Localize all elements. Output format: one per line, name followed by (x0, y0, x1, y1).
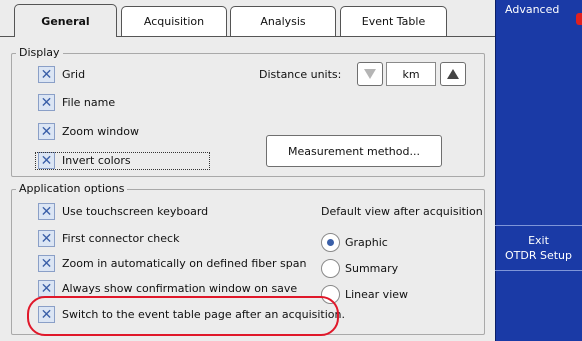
auto-zoom-checkbox[interactable]: ✕ (38, 255, 55, 272)
triangle-down-icon (364, 69, 376, 79)
summary-radio[interactable] (321, 259, 340, 278)
otdr-setup-label: OTDR Setup (504, 249, 572, 262)
focus-outline (35, 152, 210, 170)
distance-units-label: Distance units: (259, 68, 342, 81)
application-options-title: Application options (16, 182, 128, 195)
file-name-checkbox[interactable]: ✕ (38, 94, 55, 111)
tab-acquisition-label: Acquisition (143, 15, 205, 28)
exit-label: Exit (528, 234, 549, 247)
distance-units-value: km (386, 62, 436, 86)
zoom-window-label: Zoom window (62, 125, 139, 138)
grid-label: Grid (62, 68, 86, 81)
file-name-label: File name (62, 96, 116, 109)
tab-analysis[interactable]: Analysis (230, 6, 336, 36)
default-view-label: Default view after acquisition (321, 205, 483, 218)
check-mark-icon: ✕ (40, 94, 53, 111)
tab-general[interactable]: General (14, 4, 117, 37)
units-decrease-button[interactable] (357, 62, 383, 86)
confirmation-window-label: Always show confirmation window on save (62, 282, 298, 295)
tab-event-table[interactable]: Event Table (340, 6, 447, 36)
side-panel: Advanced Exit OTDR Setup (495, 0, 582, 341)
first-connector-check-label: First connector check (62, 232, 180, 245)
check-mark-icon: ✕ (40, 280, 53, 297)
check-mark-icon: ✕ (40, 230, 53, 247)
advanced-label: Advanced (505, 3, 560, 16)
touchscreen-keyboard-checkbox[interactable]: ✕ (38, 203, 55, 220)
zoom-window-checkbox[interactable]: ✕ (38, 123, 55, 140)
tab-acquisition[interactable]: Acquisition (121, 6, 227, 36)
check-mark-icon: ✕ (40, 66, 53, 83)
graphic-label: Graphic (345, 236, 388, 249)
graphic-radio[interactable] (321, 233, 340, 252)
triangle-up-icon (447, 69, 459, 79)
units-increase-button[interactable] (440, 62, 466, 86)
touchscreen-keyboard-label: Use touchscreen keyboard (62, 205, 209, 218)
side-panel-edge (495, 0, 496, 341)
auto-zoom-label: Zoom in automatically on defined fiber s… (62, 257, 307, 270)
measurement-method-button[interactable]: Measurement method... (266, 135, 442, 167)
tab-event-table-label: Event Table (361, 15, 426, 28)
confirmation-window-checkbox[interactable]: ✕ (38, 280, 55, 297)
highlight-ellipse (27, 296, 339, 336)
alert-icon (576, 13, 582, 25)
tab-analysis-label: Analysis (260, 15, 306, 28)
display-group-title: Display (16, 46, 63, 59)
settings-window: General Acquisition Analysis Event Table… (0, 0, 495, 341)
linear-view-label: Linear view (345, 288, 409, 301)
check-mark-icon: ✕ (40, 123, 53, 140)
first-connector-check-checkbox[interactable]: ✕ (38, 230, 55, 247)
summary-label: Summary (345, 262, 399, 275)
exit-otdr-setup-button[interactable]: Exit OTDR Setup (495, 225, 582, 271)
check-mark-icon: ✕ (40, 203, 53, 220)
grid-checkbox[interactable]: ✕ (38, 66, 55, 83)
check-mark-icon: ✕ (40, 255, 53, 272)
tab-general-label: General (41, 14, 90, 28)
